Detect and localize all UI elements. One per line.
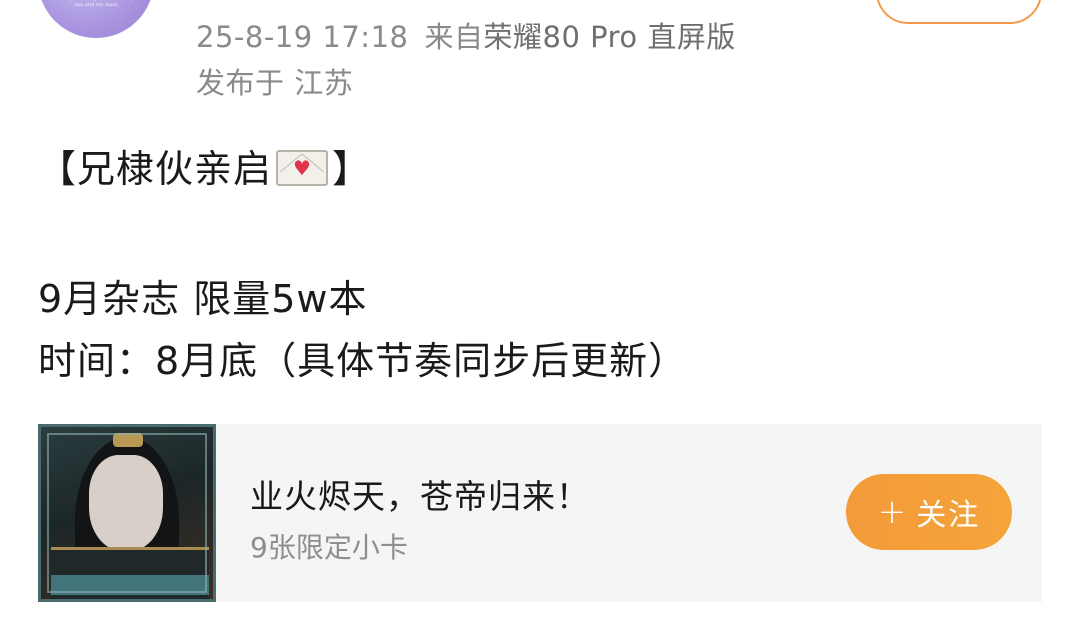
follow-button[interactable]: + 关注 [846,474,1012,550]
plus-icon: + [877,492,909,532]
post-text-line-3: 时间：8月底（具体节奏同步后更新） [38,339,688,383]
user-avatar[interactable]: but you are my moon and my sun and my st… [38,0,154,38]
card-subtitle: 9张限定小卡 [250,531,408,564]
post-text-line-1: 【兄棣伙亲启 ♥】 [38,138,371,193]
follow-button-top[interactable] [876,0,1042,24]
card-title: 业火烬天，苍帝归来！ [250,477,590,516]
avatar-text: but you are my moon and my sun and my st… [59,0,133,8]
post-text-line-2: 9月杂志 限量5w本 [38,277,368,321]
post-location: 发布于 江苏 [196,66,354,100]
source-prefix: 来自 [424,20,484,54]
follow-label: 关注 [916,498,981,533]
envelope-with-heart-icon: ♥ [276,150,329,186]
card-cover-image[interactable] [38,424,216,602]
topic-card[interactable]: 业火烬天，苍帝归来！ 9张限定小卡 + 关注 [38,424,1042,602]
post-timestamp: 25-8-19 17:18 [196,20,409,54]
source-device[interactable]: 荣耀80 Pro 直屏版 [484,20,736,54]
post-meta: 25-8-19 17:18 来自荣耀80 Pro 直屏版 [196,14,736,56]
post-heading-close: 】 [332,147,372,191]
post-heading-open: 【兄棣伙亲启 [38,147,273,191]
